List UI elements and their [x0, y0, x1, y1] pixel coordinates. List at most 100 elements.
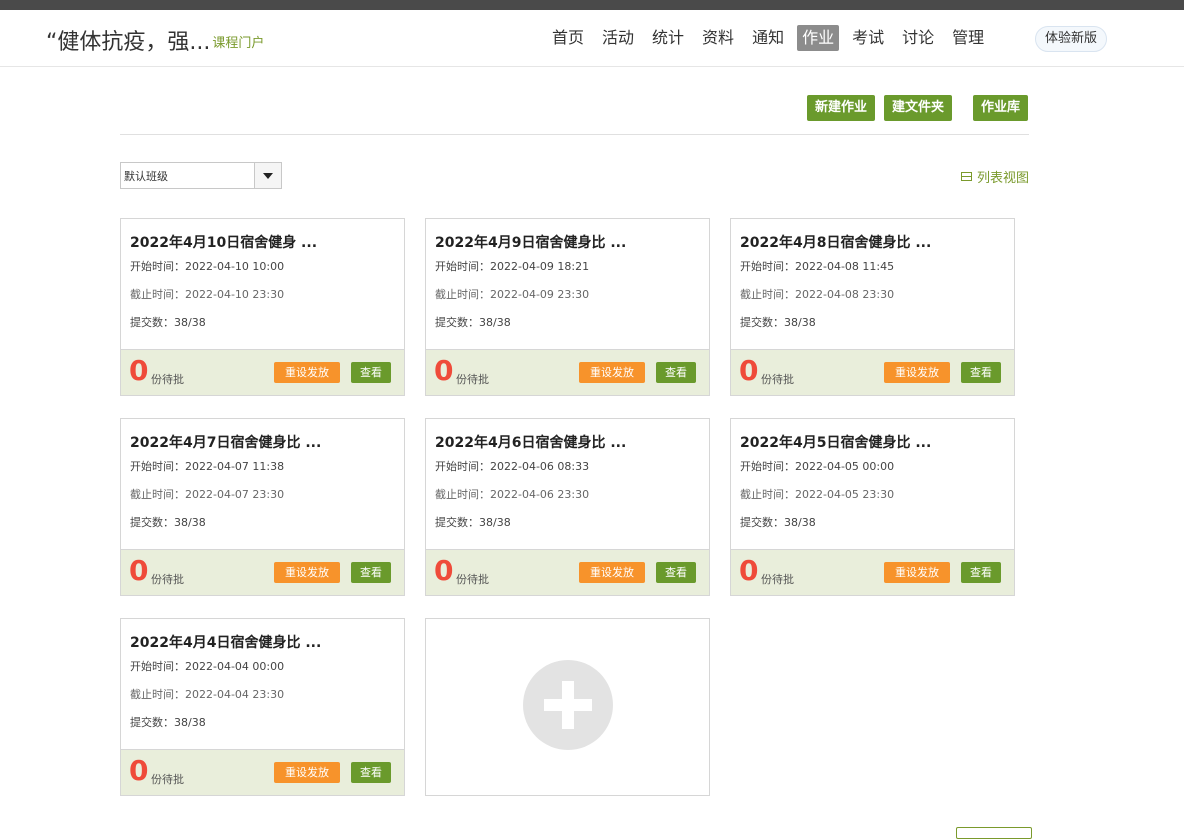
- course-portal-link[interactable]: 课程门户: [212, 36, 264, 51]
- end-time-value: 2022-04-09 23:30: [490, 288, 590, 301]
- submission-count-label: 提交数：: [435, 316, 479, 329]
- nav-notices[interactable]: 通知: [747, 25, 789, 51]
- nav-exams[interactable]: 考试: [847, 25, 889, 51]
- submission-count: 提交数：38/38: [130, 314, 206, 330]
- submission-count-value: 38/38: [174, 716, 206, 729]
- end-time-label: 截止时间：: [130, 488, 185, 501]
- nav-manage[interactable]: 管理: [947, 25, 989, 51]
- try-new-version-button[interactable]: 体验新版: [1035, 26, 1108, 52]
- view-button[interactable]: 查看: [656, 362, 696, 383]
- nav-discussion[interactable]: 讨论: [897, 25, 939, 51]
- end-time-label: 截止时间：: [435, 488, 490, 501]
- pending-count: 0: [129, 554, 149, 587]
- submission-count: 提交数：38/38: [130, 714, 206, 730]
- assignment-title[interactable]: 2022年4月5日宿舍健身比 ...: [740, 432, 931, 452]
- pending-label: 份待批: [456, 573, 489, 586]
- reset-release-button[interactable]: 重设发放: [579, 562, 645, 583]
- reset-release-button[interactable]: 重设发放: [884, 562, 950, 583]
- course-title-text: “健体抗疫，强...: [46, 30, 211, 55]
- card-footer: 0 份待批 重设发放 查看: [426, 349, 709, 395]
- pending-count: 0: [739, 554, 759, 587]
- start-time-value: 2022-04-08 11:45: [795, 260, 895, 273]
- assignment-title[interactable]: 2022年4月9日宿舍健身比 ...: [435, 232, 626, 252]
- start-time: 开始时间：2022-04-06 08:33: [435, 458, 589, 474]
- nav-materials[interactable]: 资料: [697, 25, 739, 51]
- start-time: 开始时间：2022-04-04 00:00: [130, 658, 284, 674]
- assignment-card: 2022年4月6日宿舍健身比 ... 开始时间：2022-04-06 08:33 截…: [425, 418, 710, 596]
- main-nav: 首页 活动 统计 资料 通知 作业 考试 讨论 管理: [547, 25, 997, 51]
- assignment-library-button[interactable]: 作业库: [973, 95, 1029, 121]
- nav-assignments[interactable]: 作业: [797, 25, 840, 51]
- start-time-label: 开始时间：: [740, 260, 795, 273]
- start-time-label: 开始时间：: [130, 260, 185, 273]
- assignment-card: 2022年4月10日宿舍健身 ... 开始时间：2022-04-10 10:00 截…: [120, 218, 405, 396]
- list-view-icon: [961, 172, 972, 181]
- reset-release-button[interactable]: 重设发放: [579, 362, 645, 383]
- assignment-card: 2022年4月5日宿舍健身比 ... 开始时间：2022-04-05 00:00 截…: [730, 418, 1015, 596]
- card-footer: 0 份待批 重设发放 查看: [121, 349, 404, 395]
- view-button[interactable]: 查看: [351, 762, 391, 783]
- assignment-title[interactable]: 2022年4月6日宿舍健身比 ...: [435, 432, 626, 452]
- nav-activity[interactable]: 活动: [597, 25, 639, 51]
- view-button[interactable]: 查看: [961, 362, 1001, 383]
- pending-count: 0: [434, 554, 454, 587]
- submission-count-label: 提交数：: [740, 316, 784, 329]
- pending-label: 份待批: [456, 373, 489, 386]
- start-time: 开始时间：2022-04-10 10:00: [130, 258, 284, 274]
- nav-statistics[interactable]: 统计: [647, 25, 689, 51]
- end-time-value: 2022-04-05 23:30: [795, 488, 895, 501]
- view-button[interactable]: 查看: [656, 562, 696, 583]
- pending-label: 份待批: [761, 373, 794, 386]
- assignment-title[interactable]: 2022年4月8日宿舍健身比 ...: [740, 232, 931, 252]
- end-time-value: 2022-04-07 23:30: [185, 488, 285, 501]
- header: “健体抗疫，强... 课程门户 首页 活动 统计 资料 通知 作业 考试 讨论 管…: [0, 10, 1184, 67]
- submission-count-label: 提交数：: [130, 316, 174, 329]
- pending-label: 份待批: [151, 773, 184, 786]
- end-time: 截止时间：2022-04-08 23:30: [740, 286, 894, 302]
- card-footer: 0 份待批 重设发放 查看: [121, 749, 404, 795]
- view-button[interactable]: 查看: [961, 562, 1001, 583]
- reset-release-button[interactable]: 重设发放: [274, 362, 340, 383]
- assignment-title[interactable]: 2022年4月4日宿舍健身比 ...: [130, 632, 321, 652]
- reset-release-button[interactable]: 重设发放: [884, 362, 950, 383]
- new-folder-button[interactable]: 建文件夹: [884, 95, 953, 121]
- chevron-down-icon[interactable]: [254, 163, 281, 188]
- assignment-title[interactable]: 2022年4月10日宿舍健身 ...: [130, 232, 317, 252]
- pending-count: 0: [434, 354, 454, 387]
- start-time: 开始时间：2022-04-07 11:38: [130, 458, 284, 474]
- plus-circle-icon: [523, 660, 613, 750]
- start-time-value: 2022-04-05 00:00: [795, 460, 895, 473]
- submission-count-label: 提交数：: [435, 516, 479, 529]
- submission-count-value: 38/38: [784, 316, 816, 329]
- pager-button[interactable]: [956, 827, 1032, 839]
- nav-home[interactable]: 首页: [547, 25, 589, 51]
- pending-label: 份待批: [151, 573, 184, 586]
- pending-count: 0: [739, 354, 759, 387]
- assignment-card: 2022年4月8日宿舍健身比 ... 开始时间：2022-04-08 11:45 截…: [730, 218, 1015, 396]
- reset-release-button[interactable]: 重设发放: [274, 562, 340, 583]
- list-view-label: 列表视图: [977, 171, 1030, 186]
- add-assignment-card[interactable]: [425, 618, 710, 796]
- assignment-title[interactable]: 2022年4月7日宿舍健身比 ...: [130, 432, 321, 452]
- submission-count: 提交数：38/38: [435, 314, 511, 330]
- start-time-value: 2022-04-09 18:21: [490, 260, 590, 273]
- list-view-link[interactable]: 列表视图: [961, 167, 1029, 186]
- course-title[interactable]: “健体抗疫，强... 课程门户: [46, 24, 264, 56]
- card-footer: 0 份待批 重设发放 查看: [426, 549, 709, 595]
- submission-count-label: 提交数：: [130, 516, 174, 529]
- start-time-label: 开始时间：: [435, 460, 490, 473]
- start-time-label: 开始时间：: [130, 660, 185, 673]
- view-button[interactable]: 查看: [351, 562, 391, 583]
- class-select-value: 默认班级: [124, 170, 168, 183]
- submission-count-label: 提交数：: [130, 716, 174, 729]
- view-button[interactable]: 查看: [351, 362, 391, 383]
- end-time-value: 2022-04-06 23:30: [490, 488, 590, 501]
- class-select[interactable]: 默认班级: [120, 162, 282, 189]
- submission-count-value: 38/38: [479, 516, 511, 529]
- toolbar-divider: [120, 134, 1029, 135]
- reset-release-button[interactable]: 重设发放: [274, 762, 340, 783]
- card-footer: 0 份待批 重设发放 查看: [731, 349, 1014, 395]
- new-assignment-button[interactable]: 新建作业: [807, 95, 876, 121]
- end-time-value: 2022-04-10 23:30: [185, 288, 285, 301]
- start-time-value: 2022-04-06 08:33: [490, 460, 590, 473]
